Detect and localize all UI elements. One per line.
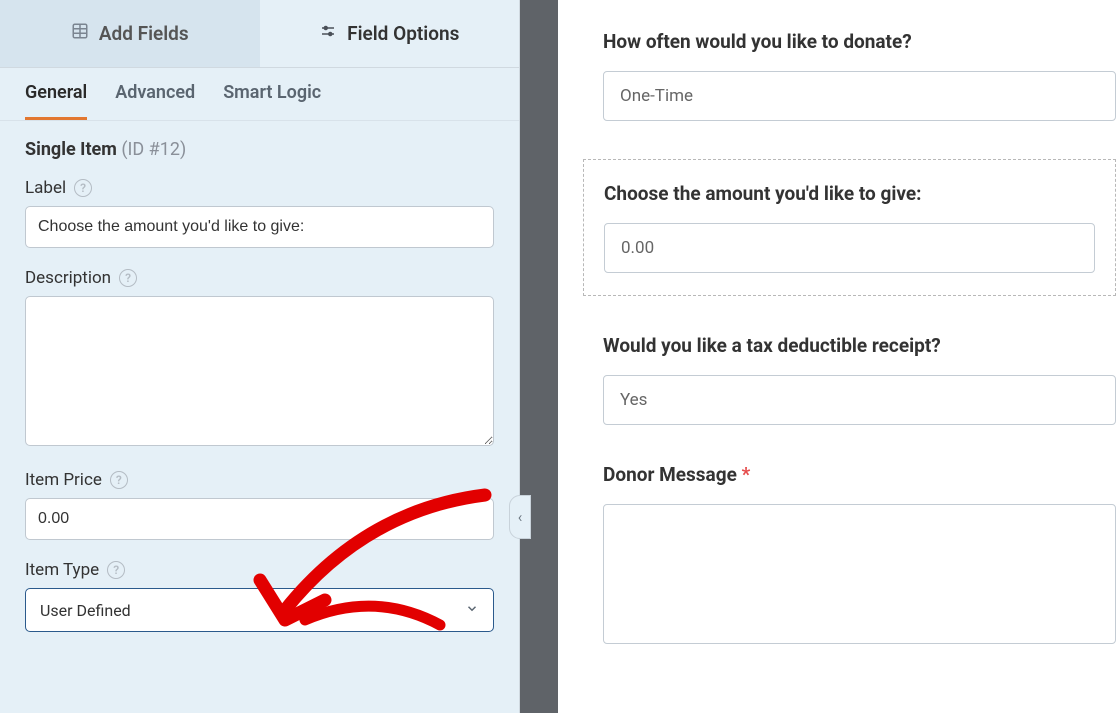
help-icon[interactable]: ?: [74, 179, 92, 197]
help-icon[interactable]: ?: [110, 471, 128, 489]
preview-tax-receipt-input[interactable]: Yes: [603, 375, 1116, 425]
help-icon[interactable]: ?: [107, 561, 125, 579]
item-type-group: Item Type ? User Defined: [25, 560, 494, 632]
item-price-label: Item Price ?: [25, 470, 494, 490]
preview-amount-field-selected[interactable]: Choose the amount you'd like to give: 0.…: [583, 159, 1116, 296]
donor-message-label-text: Donor Message: [603, 463, 737, 486]
item-price-group: Item Price ?: [25, 470, 494, 540]
sub-tabs: General Advanced Smart Logic: [0, 68, 519, 121]
item-type-label: Item Type ?: [25, 560, 494, 580]
help-icon[interactable]: ?: [119, 269, 137, 287]
panel-divider: ‹: [520, 0, 558, 713]
item-price-label-text: Item Price: [25, 470, 102, 490]
description-textarea[interactable]: [25, 296, 494, 446]
required-asterisk: *: [742, 463, 751, 486]
field-id: (ID #12): [121, 139, 186, 160]
preview-frequency-label: How often would you like to donate?: [603, 30, 1116, 53]
label-text: Label: [25, 178, 66, 198]
description-field-label: Description ?: [25, 268, 494, 288]
sidebar-panel: Add Fields Field Options General Advance…: [0, 0, 520, 713]
top-tabs: Add Fields Field Options: [0, 0, 519, 68]
field-heading: Single Item (ID #12): [25, 139, 494, 160]
preview-tax-receipt-label: Would you like a tax deductible receipt?: [603, 334, 1116, 357]
preview-frequency-input[interactable]: One-Time: [603, 71, 1116, 121]
panel-body: Single Item (ID #12) Label ? Description…: [0, 121, 519, 670]
preview-donor-message-label: Donor Message *: [603, 463, 1116, 486]
item-type-select[interactable]: User Defined: [25, 588, 494, 632]
sub-tab-general[interactable]: General: [25, 82, 87, 120]
tab-field-options[interactable]: Field Options: [260, 0, 520, 67]
preview-donor-message-input[interactable]: [603, 504, 1116, 644]
sub-tab-advanced[interactable]: Advanced: [115, 82, 195, 120]
label-group: Label ?: [25, 178, 494, 248]
description-group: Description ?: [25, 268, 494, 450]
field-type-name: Single Item: [25, 139, 117, 160]
form-preview: How often would you like to donate? One-…: [558, 0, 1116, 713]
label-field-label: Label ?: [25, 178, 494, 198]
item-type-label-text: Item Type: [25, 560, 99, 580]
chevron-left-icon: ‹: [518, 508, 523, 526]
preview-donor-message-field[interactable]: Donor Message *: [603, 463, 1116, 644]
chevron-down-icon: [465, 601, 479, 620]
preview-amount-input[interactable]: 0.00: [604, 223, 1095, 273]
collapse-sidebar-button[interactable]: ‹: [509, 495, 531, 539]
description-label-text: Description: [25, 268, 111, 288]
sliders-icon: [319, 22, 337, 45]
preview-frequency-field[interactable]: How often would you like to donate? One-…: [603, 30, 1116, 121]
label-input[interactable]: [25, 206, 494, 248]
tab-add-fields-label: Add Fields: [99, 22, 189, 45]
sub-tab-smart-logic[interactable]: Smart Logic: [223, 82, 321, 120]
grid-icon: [71, 22, 89, 45]
tab-field-options-label: Field Options: [347, 22, 459, 45]
item-price-input[interactable]: [25, 498, 494, 540]
preview-amount-label: Choose the amount you'd like to give:: [604, 182, 1095, 205]
item-type-value: User Defined: [40, 601, 131, 620]
tab-add-fields[interactable]: Add Fields: [0, 0, 260, 67]
preview-tax-receipt-field[interactable]: Would you like a tax deductible receipt?…: [603, 334, 1116, 425]
